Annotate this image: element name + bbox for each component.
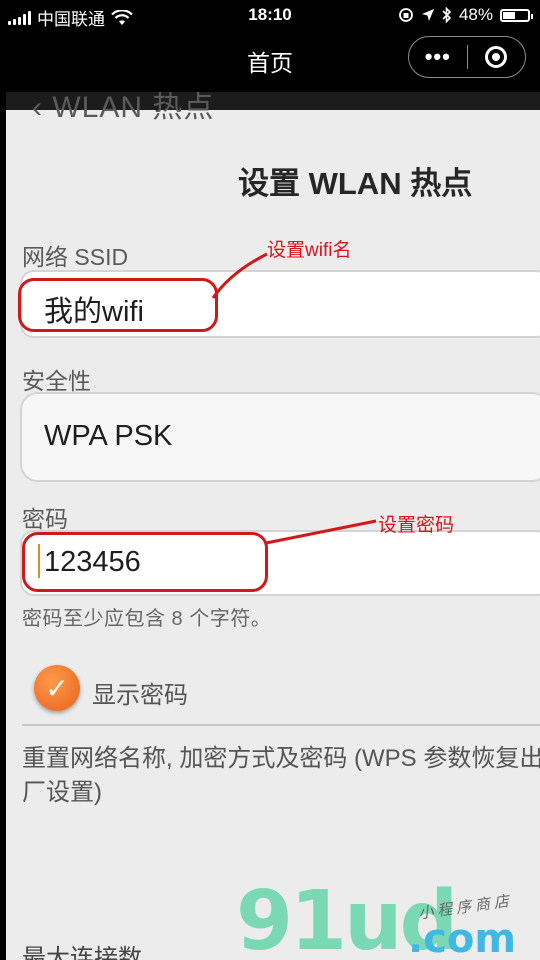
status-bar: 中国联通 18:10 48% xyxy=(0,0,540,30)
bluetooth-icon xyxy=(442,7,452,23)
target-icon xyxy=(485,46,508,68)
security-value: WPA PSK xyxy=(44,420,173,452)
status-right: 48% xyxy=(398,5,533,25)
location-icon xyxy=(421,9,434,21)
ssid-label: 网络 SSID xyxy=(22,244,129,270)
show-password-checkbox[interactable]: ✓ xyxy=(34,665,80,711)
wps-reset-option[interactable]: 重置网络名称, 加密方式及密码 (WPS 参数恢复出厂设置) xyxy=(22,742,540,810)
security-label: 安全性 xyxy=(22,368,91,394)
checkmark-icon: ✓ xyxy=(45,672,69,704)
back-arrow-icon: ‹ xyxy=(32,92,53,124)
nav-bar: 首页 ••• xyxy=(0,30,540,90)
mini-program-capsule: ••• xyxy=(408,36,526,78)
section-divider xyxy=(22,724,540,726)
security-select[interactable]: WPA PSK xyxy=(20,392,540,482)
ssid-highlight-oval xyxy=(18,278,218,332)
password-annotation: 设置密码 xyxy=(378,515,455,536)
password-annotation-line xyxy=(265,519,377,545)
show-password-label[interactable]: 显示密码 xyxy=(92,675,188,710)
password-hint: 密码至少应包含 8 个字符。 xyxy=(22,608,272,630)
back-header-ghost: ‹ WLAN 热点 xyxy=(32,92,215,124)
max-connections-label[interactable]: 最大连接数 xyxy=(22,938,142,960)
battery-fill xyxy=(503,11,515,19)
password-label: 密码 xyxy=(22,506,68,532)
close-mini-program-button[interactable] xyxy=(468,46,526,68)
settings-screenshot: ‹ WLAN 热点 设置 WLAN 热点 网络 SSID 我的wifi 设置wi… xyxy=(6,92,540,960)
password-highlight-oval xyxy=(22,532,268,592)
battery-percent: 48% xyxy=(458,5,493,24)
ssid-annotation-line xyxy=(211,252,268,299)
battery-icon xyxy=(500,8,533,22)
ssid-annotation: 设置wifi名 xyxy=(267,240,352,261)
more-menu-button[interactable]: ••• xyxy=(409,36,467,78)
page-title: 设置 WLAN 热点 xyxy=(238,166,473,201)
orientation-lock-icon xyxy=(399,8,413,22)
